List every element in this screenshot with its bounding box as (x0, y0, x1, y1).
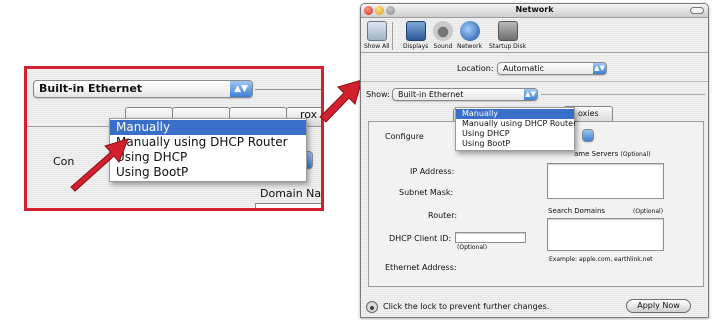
dhcp-client-id-label: DHCP Client ID: (389, 234, 452, 243)
displays-icon (405, 21, 426, 41)
network-window: Network Show All Displays Sound Network … (360, 3, 709, 318)
lock-row: Click the lock to prevent further change… (361, 298, 708, 317)
toolbar-label-startup-disk: Startup Disk (489, 43, 527, 50)
toolbar-separator (392, 22, 393, 50)
configure-popup-arrows[interactable] (582, 129, 594, 142)
toolbar: Show All Displays Sound Network Startup … (361, 19, 708, 53)
subnet-mask-label: Subnet Mask: (399, 188, 454, 197)
sound-icon (433, 21, 453, 41)
pointer-arrow-icon (70, 138, 129, 192)
lock-icon[interactable] (366, 301, 378, 313)
toolbar-label-show-all: Show All (364, 43, 390, 50)
router-label: Router: (428, 211, 458, 220)
toolbar-label-displays: Displays (403, 43, 429, 50)
menu-item-using-dhcp[interactable]: Using DHCP (456, 129, 574, 139)
configure-menu: Manually Manually using DHCP Router Usin… (455, 107, 576, 151)
ethernet-address-label: Ethernet Address: (385, 263, 457, 272)
toolbar-item-sound[interactable]: Sound (433, 21, 453, 50)
popup-arrows-icon: ▲▼ (593, 63, 606, 74)
menu-item-using-bootp[interactable]: Using BootP (456, 139, 574, 149)
search-domains-example: Example: apple.com, earthlink.net (549, 256, 653, 263)
apply-now-button[interactable]: Apply Now (626, 299, 691, 313)
show-label: Show: (366, 90, 390, 99)
title-bar: Network (361, 4, 708, 18)
search-domains-field[interactable] (547, 218, 664, 251)
zoomed-detail-panel: Built-in Ethernet ▲▼ rox Conre Domain Na… (24, 66, 324, 211)
show-popup-value: Built-in Ethernet (398, 90, 464, 99)
dhcp-client-id-field[interactable] (455, 232, 526, 243)
toolbar-label-sound: Sound (433, 43, 453, 50)
menu-item-manually[interactable]: Manually (456, 109, 574, 119)
dns-optional: (Optional) (620, 151, 651, 158)
location-popup[interactable]: Automatic ▲▼ (497, 62, 607, 75)
toolbar-item-show-all[interactable]: Show All (364, 21, 390, 50)
ip-address-label: IP Address: (410, 167, 455, 176)
divider (361, 81, 708, 82)
divider (541, 94, 705, 95)
dns-label-text: ame Servers (574, 150, 619, 158)
location-popup-value: Automatic (503, 64, 545, 73)
tab-proxies-label: oxies (578, 109, 599, 118)
popup-arrows-icon: ▲▼ (524, 89, 537, 100)
toolbar-toggle-button[interactable] (690, 7, 704, 14)
dns-label: ame Servers (Optional) (574, 150, 651, 158)
toolbar-item-startup-disk[interactable]: Startup Disk (489, 21, 526, 50)
menu-item-manually-dhcp-router[interactable]: Manually using DHCP Router (456, 119, 576, 129)
toolbar-item-displays[interactable]: Displays (403, 21, 428, 50)
show-all-icon (366, 21, 387, 41)
search-domains-label: Search Domains (548, 207, 606, 215)
location-label: Location: (457, 64, 494, 73)
dns-servers-field[interactable] (547, 163, 664, 199)
dhcp-client-id-optional: (Optional) (457, 244, 488, 251)
network-icon (459, 21, 480, 41)
window-title: Network (515, 5, 554, 14)
configure-label: Configure (385, 132, 424, 141)
show-popup[interactable]: Built-in Ethernet ▲▼ (392, 88, 538, 101)
search-domains-optional: (Optional) (633, 208, 664, 215)
toolbar-item-network[interactable]: Network (457, 21, 482, 50)
toolbar-label-network: Network (457, 43, 483, 50)
lock-message: Click the lock to prevent further change… (383, 302, 550, 311)
startup-disk-icon (497, 21, 518, 41)
